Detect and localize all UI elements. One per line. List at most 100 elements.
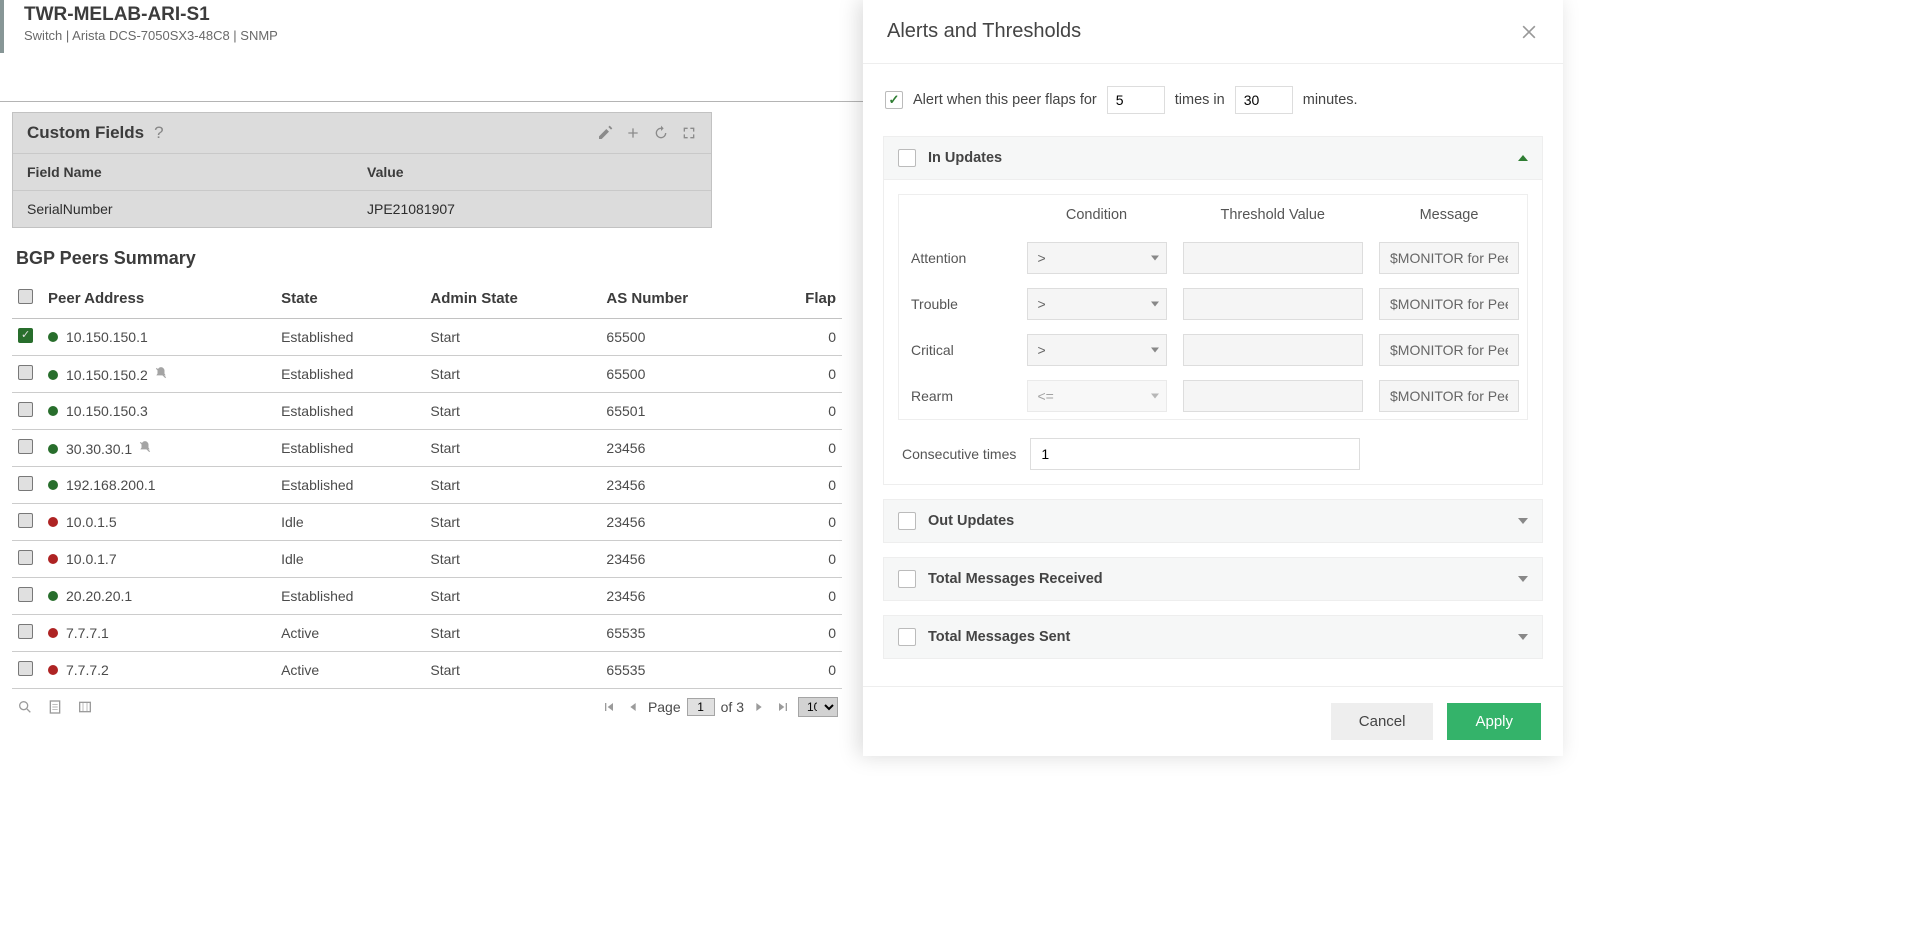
status-dot: [48, 370, 58, 380]
flap-pre: Alert when this peer flaps for: [913, 92, 1097, 108]
col-as[interactable]: AS Number: [600, 279, 766, 319]
col-field-name: Field Name: [27, 164, 367, 180]
msgs-sent-checkbox[interactable]: [898, 628, 916, 646]
row-checkbox[interactable]: [18, 624, 33, 639]
row-checkbox[interactable]: [18, 513, 33, 528]
table-row[interactable]: 10.150.150.1EstablishedStart655000: [12, 319, 842, 356]
in-updates-checkbox[interactable]: [898, 149, 916, 167]
custom-field-value: JPE21081907: [367, 201, 455, 217]
condition-select[interactable]: <=: [1027, 380, 1167, 412]
flap-alert-checkbox[interactable]: [885, 91, 903, 109]
threshold-row: Rearm<=: [899, 373, 1528, 420]
status-dot: [48, 554, 58, 564]
row-checkbox[interactable]: [18, 550, 33, 565]
status-dot: [48, 591, 58, 601]
first-page-icon[interactable]: [600, 699, 618, 715]
chevron-down-icon: [1518, 634, 1528, 640]
thresholds-table: Condition Threshold Value Message Attent…: [898, 194, 1528, 420]
table-row[interactable]: 10.0.1.5IdleStart234560: [12, 504, 842, 541]
col-condition: Condition: [1019, 195, 1175, 236]
section-msgs-sent: Total Messages Sent: [883, 615, 1543, 659]
export-icon[interactable]: [76, 699, 94, 715]
col-message: Message: [1371, 195, 1528, 236]
table-row[interactable]: 30.30.30.1EstablishedStart234560: [12, 430, 842, 467]
condition-select[interactable]: >: [1027, 242, 1167, 274]
message-input[interactable]: [1379, 242, 1519, 274]
level-label: Attention: [899, 235, 1019, 281]
page-of: of 3: [721, 699, 744, 715]
out-updates-label: Out Updates: [928, 513, 1518, 529]
flap-minutes-input[interactable]: [1235, 86, 1293, 114]
section-out-updates-header[interactable]: Out Updates: [884, 500, 1542, 542]
condition-select[interactable]: >: [1027, 334, 1167, 366]
col-flap[interactable]: Flap: [766, 279, 842, 319]
section-in-updates-header[interactable]: In Updates: [884, 137, 1542, 179]
table-row[interactable]: 7.7.7.2ActiveStart655350: [12, 652, 842, 689]
section-msgs-received-header[interactable]: Total Messages Received: [884, 558, 1542, 600]
page-label: Page: [648, 699, 681, 715]
status-dot: [48, 628, 58, 638]
message-input[interactable]: [1379, 380, 1519, 412]
table-row[interactable]: 10.150.150.3EstablishedStart655010: [12, 393, 842, 430]
calculator-icon[interactable]: [46, 699, 64, 715]
row-checkbox[interactable]: [18, 476, 33, 491]
expand-icon[interactable]: [681, 125, 697, 141]
threshold-input[interactable]: [1183, 288, 1364, 320]
page-input[interactable]: [687, 698, 715, 716]
close-icon[interactable]: [1519, 22, 1539, 42]
custom-fields-card: Custom Fields ? Field Name Value SerialN…: [12, 112, 712, 228]
custom-field-name: SerialNumber: [27, 201, 367, 217]
row-checkbox[interactable]: [18, 587, 33, 602]
section-msgs-sent-header[interactable]: Total Messages Sent: [884, 616, 1542, 658]
chevron-up-icon: [1518, 155, 1528, 161]
table-row[interactable]: 7.7.7.1ActiveStart655350: [12, 615, 842, 652]
msgs-received-checkbox[interactable]: [898, 570, 916, 588]
flap-mid: times in: [1175, 92, 1225, 108]
msgs-received-label: Total Messages Received: [928, 571, 1518, 587]
bgp-table: Peer Address State Admin State AS Number…: [12, 279, 842, 689]
threshold-input[interactable]: [1183, 334, 1364, 366]
last-page-icon[interactable]: [774, 699, 792, 715]
col-peer[interactable]: Peer Address: [42, 279, 275, 319]
threshold-row: Trouble>: [899, 281, 1528, 327]
status-dot: [48, 665, 58, 675]
apply-button[interactable]: Apply: [1447, 703, 1541, 740]
search-icon[interactable]: [16, 699, 34, 715]
table-row[interactable]: 192.168.200.1EstablishedStart234560: [12, 467, 842, 504]
table-row[interactable]: 10.150.150.2EstablishedStart655000: [12, 356, 842, 393]
flap-times-input[interactable]: [1107, 86, 1165, 114]
edit-icon[interactable]: [597, 125, 613, 141]
col-state[interactable]: State: [275, 279, 424, 319]
bell-off-icon: [154, 366, 168, 383]
row-checkbox[interactable]: [18, 402, 33, 417]
prev-page-icon[interactable]: [624, 699, 642, 715]
row-checkbox[interactable]: [18, 328, 33, 343]
status-dot: [48, 444, 58, 454]
threshold-input[interactable]: [1183, 242, 1364, 274]
bgp-title: BGP Peers Summary: [12, 238, 842, 279]
table-row[interactable]: 10.0.1.7IdleStart234560: [12, 541, 842, 578]
col-admin[interactable]: Admin State: [424, 279, 600, 319]
status-dot: [48, 517, 58, 527]
message-input[interactable]: [1379, 288, 1519, 320]
row-checkbox[interactable]: [18, 439, 33, 454]
refresh-icon[interactable]: [653, 125, 669, 141]
col-value: Value: [367, 164, 404, 180]
next-page-icon[interactable]: [750, 699, 768, 715]
section-msgs-received: Total Messages Received: [883, 557, 1543, 601]
consecutive-input[interactable]: [1030, 438, 1360, 470]
section-in-updates: In Updates Condition Threshold Value Mes…: [883, 136, 1543, 485]
add-icon[interactable]: [625, 125, 641, 141]
page-size-select[interactable]: 10: [798, 697, 838, 717]
condition-select[interactable]: >: [1027, 288, 1167, 320]
row-checkbox[interactable]: [18, 365, 33, 380]
chevron-down-icon: [1518, 576, 1528, 582]
select-all-checkbox[interactable]: [18, 289, 33, 304]
table-row[interactable]: 20.20.20.1EstablishedStart234560: [12, 578, 842, 615]
threshold-input[interactable]: [1183, 380, 1364, 412]
row-checkbox[interactable]: [18, 661, 33, 676]
message-input[interactable]: [1379, 334, 1519, 366]
out-updates-checkbox[interactable]: [898, 512, 916, 530]
help-icon[interactable]: ?: [154, 123, 163, 143]
cancel-button[interactable]: Cancel: [1331, 703, 1434, 740]
